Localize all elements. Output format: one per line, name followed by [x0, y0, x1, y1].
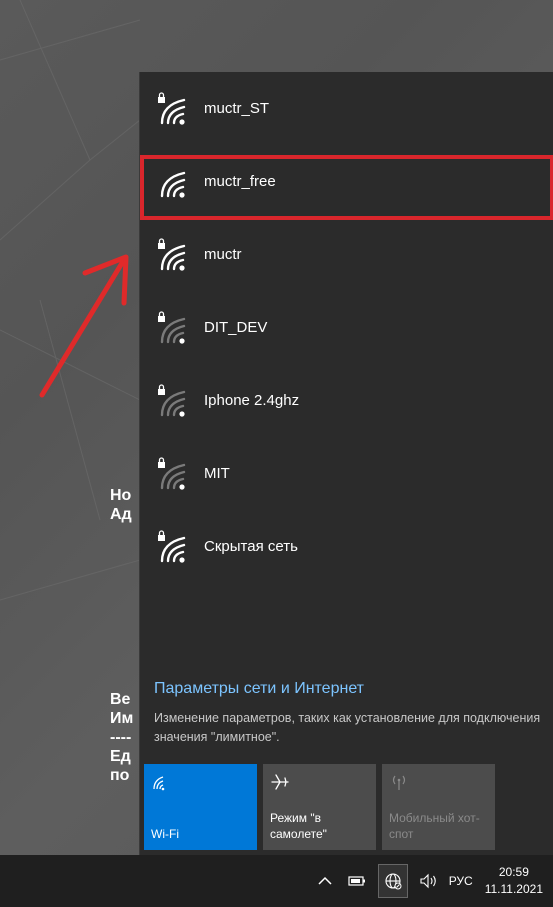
network-globe-icon[interactable] [377, 864, 408, 898]
chevron-up-icon[interactable] [314, 870, 336, 892]
wifi-secured-weak-icon [156, 456, 192, 492]
network-name: DIT_DEV [204, 319, 268, 336]
network-settings-description: Изменение параметров, таких как установл… [154, 711, 541, 744]
wifi-secured-weak-icon [156, 383, 192, 419]
network-item[interactable]: muctr_ST [140, 72, 553, 145]
wifi-toggle-tile[interactable]: Wi-Fi [144, 764, 257, 850]
clock-date: 11.11.2021 [484, 882, 543, 896]
network-item[interactable]: Iphone 2.4ghz [140, 364, 553, 437]
network-item[interactable]: muctr_free [140, 145, 553, 218]
network-item[interactable]: DIT_DEV [140, 291, 553, 364]
network-name: Скрытая сеть [204, 538, 298, 555]
desktop-text-line: Им [110, 710, 134, 727]
desktop-text-line: Но [110, 487, 132, 504]
input-language[interactable]: РУС [449, 874, 473, 888]
wifi-secured-weak-icon [156, 310, 192, 346]
system-tray: РУС 20:59 11.11.2021 [309, 855, 543, 907]
network-item[interactable]: MIT [140, 437, 553, 510]
network-flyout: muctr_ST muctr_free muctr DIT_DEV Iphone… [139, 72, 553, 855]
desktop-text-line: Ед [110, 748, 131, 765]
desktop-text-line: Ве [110, 691, 131, 708]
airplane-mode-tile[interactable]: Режим "в самолете" [263, 764, 376, 850]
tile-label: Мобильный хот-спот [389, 811, 480, 841]
tile-label: Wi-Fi [151, 827, 179, 841]
hotspot-icon [392, 775, 406, 790]
desktop-text-block-1: Но Ад [110, 486, 132, 524]
red-arrow-annotation [39, 254, 129, 398]
desktop-text-line: ---- [110, 729, 132, 746]
network-item[interactable]: muctr [140, 218, 553, 291]
desktop-text-block-2: Ве Им ---- Ед по [110, 690, 133, 785]
tile-label: Режим "в самолете" [270, 811, 327, 841]
wifi-open-icon [156, 164, 192, 200]
wifi-secured-icon [156, 237, 192, 273]
wifi-secured-icon [156, 529, 192, 565]
network-item[interactable]: Скрытая сеть [140, 510, 553, 583]
network-list: muctr_ST muctr_free muctr DIT_DEV Iphone… [140, 72, 553, 583]
network-name: muctr_free [204, 173, 276, 190]
clock-time: 20:59 [498, 865, 529, 879]
taskbar: РУС 20:59 11.11.2021 [0, 855, 553, 907]
network-settings-link[interactable]: Параметры сети и Интернет [154, 680, 364, 698]
clock[interactable]: 20:59 11.11.2021 [485, 864, 543, 898]
airplane-icon [271, 774, 289, 790]
mobile-hotspot-tile[interactable]: Мобильный хот-спот [382, 764, 495, 850]
battery-icon[interactable] [346, 870, 368, 892]
desktop-text-line: Ад [110, 506, 132, 523]
desktop-text-line: по [110, 767, 130, 784]
network-name: Iphone 2.4ghz [204, 392, 300, 409]
volume-icon[interactable] [418, 870, 440, 892]
network-name: MIT [204, 465, 230, 482]
network-name: muctr [204, 246, 242, 263]
network-name: muctr_ST [204, 100, 270, 117]
quick-action-tiles: Wi-Fi Режим "в самолете" Мобильный хот-с… [144, 764, 495, 850]
wifi-icon [153, 776, 165, 791]
wifi-secured-icon [156, 91, 192, 127]
